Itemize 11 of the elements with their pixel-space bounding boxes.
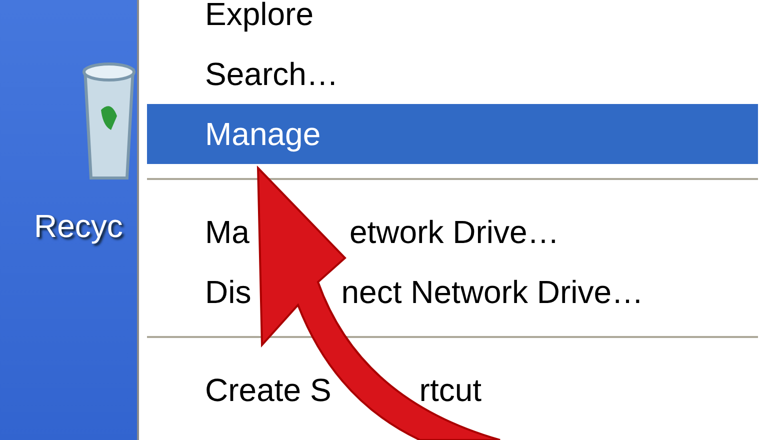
menu-item[interactable]: Explore — [205, 0, 314, 32]
menu-item[interactable]: Manage — [205, 116, 321, 152]
menu-item[interactable]: Ma — [205, 214, 250, 250]
menu-item[interactable]: rtcut — [419, 372, 482, 408]
menu-item[interactable]: nect Network Drive… — [341, 274, 644, 310]
menu-item[interactable]: Create S — [205, 372, 332, 408]
menu-item[interactable]: Dis — [205, 274, 252, 310]
menu-item[interactable]: etwork Drive… — [349, 214, 560, 250]
desktop-icon-label[interactable]: Recyc — [0, 208, 123, 245]
recycle-bin-icon[interactable] — [81, 60, 137, 180]
menu-item[interactable]: Search… — [205, 56, 338, 92]
